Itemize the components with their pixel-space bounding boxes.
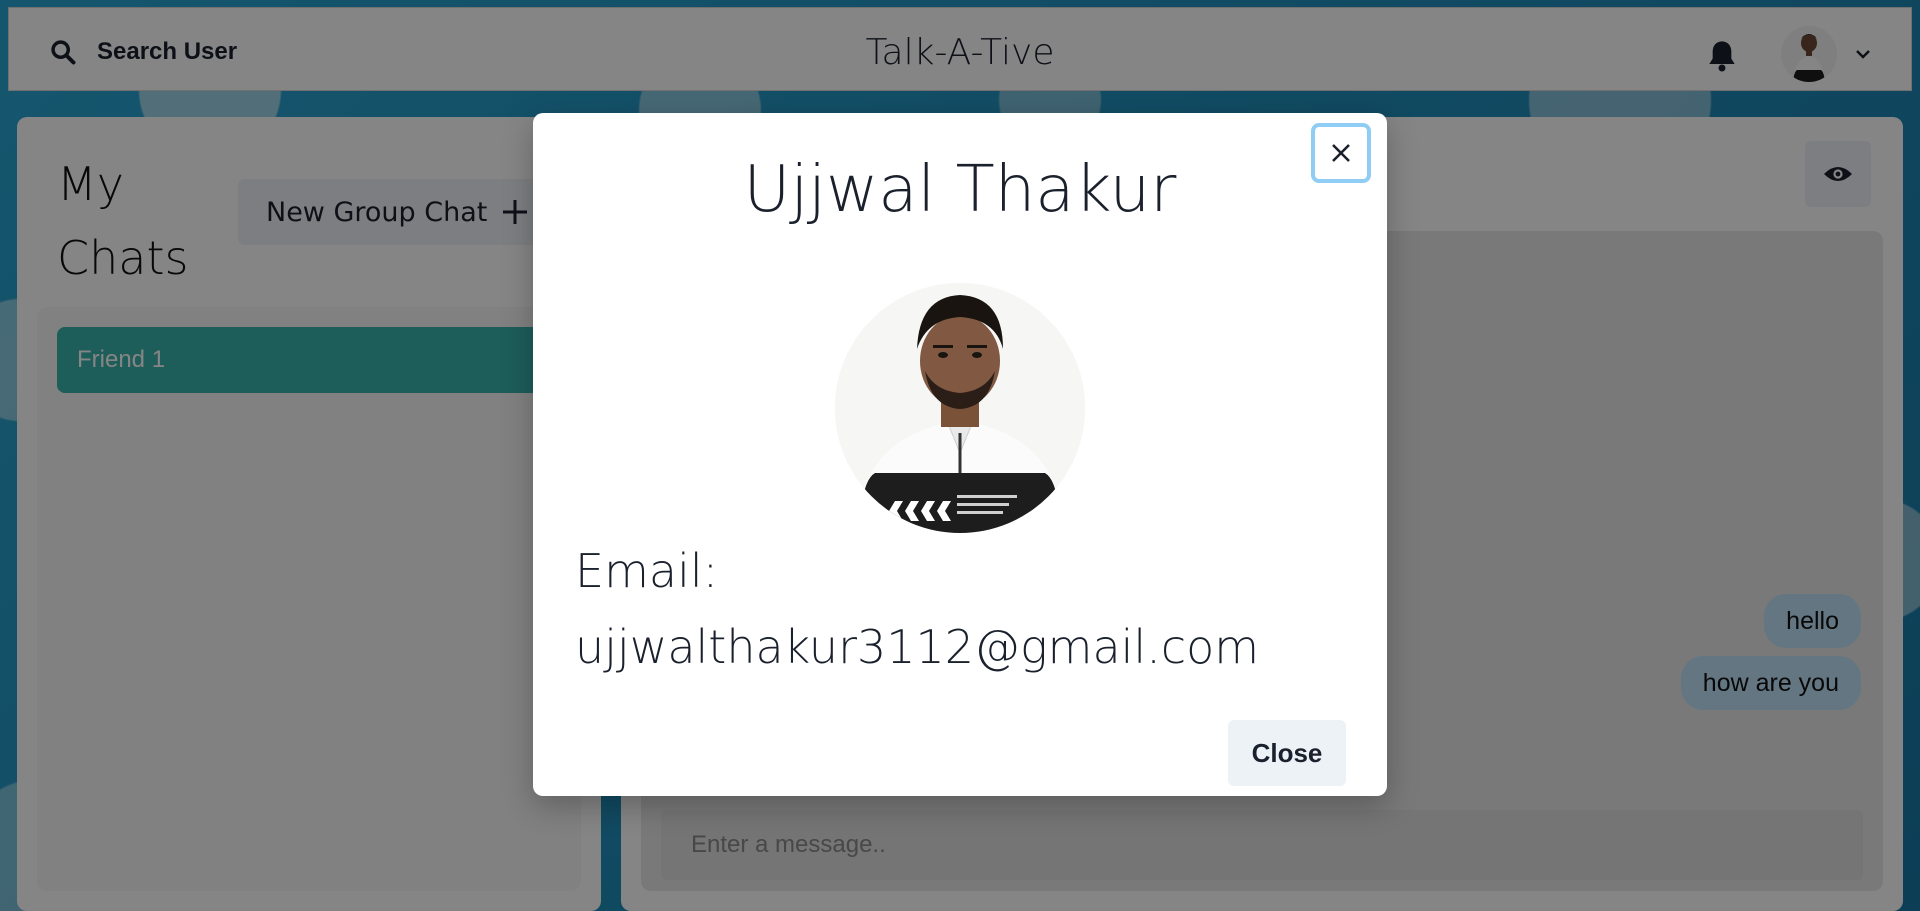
email-value: ujjwalthakur3112@gmail.com xyxy=(575,620,1260,674)
profile-modal: Ujjwal Thakur Email: ujjwalthakur3112@gm… xyxy=(533,113,1387,796)
email-info: Email: ujjwalthakur3112@gmail.com xyxy=(575,533,1355,685)
email-label: Email: xyxy=(575,544,719,598)
profile-picture xyxy=(835,283,1085,533)
close-icon xyxy=(1332,144,1350,162)
modal-title: Ujjwal Thakur xyxy=(743,153,1177,227)
modal-close-icon-button[interactable] xyxy=(1311,123,1371,183)
close-button[interactable]: Close xyxy=(1228,720,1346,786)
